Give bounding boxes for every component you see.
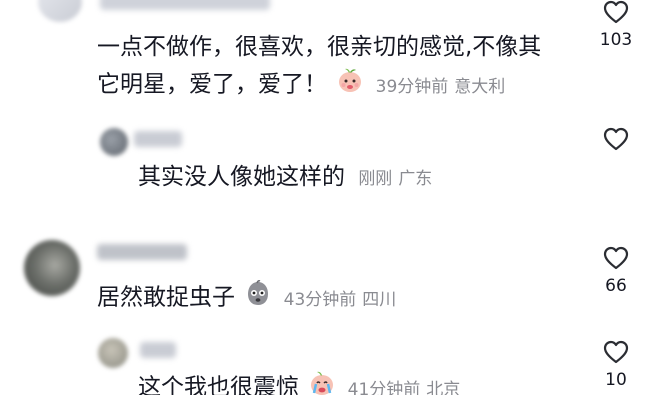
comment-meta: 43分钟前 四川 <box>284 290 397 310</box>
comment-location: 意大利 <box>454 76 506 97</box>
like-button[interactable]: 10 <box>586 340 646 390</box>
username[interactable] <box>97 244 187 260</box>
like-button[interactable] <box>586 127 646 151</box>
comment-text-line: 其实没人像她这样的 <box>138 164 345 190</box>
avatar[interactable] <box>24 240 80 296</box>
crying-peach-face-emoji <box>308 369 336 395</box>
comment-list: 一点不做作，很喜欢，很亲切的感觉,不像其 它明星，爱了，爱了！ 39分钟前 意大利 <box>0 0 660 395</box>
comment-meta: 39分钟前 意大利 <box>376 77 506 97</box>
comment-text: 其实没人像她这样的 刚刚 广东 <box>138 160 432 196</box>
comment-location: 广东 <box>398 169 433 189</box>
avatar[interactable] <box>38 0 82 22</box>
avatar[interactable] <box>100 128 128 156</box>
heart-outline-icon <box>603 246 629 270</box>
comment-meta: 刚刚 广东 <box>358 169 432 189</box>
like-count: 103 <box>599 30 633 50</box>
like-button[interactable]: 66 <box>586 246 646 296</box>
comment-text-line: 它明星，爱了，爱了！ <box>97 71 327 98</box>
comment-time: 39分钟前 <box>375 76 449 97</box>
comment-time: 刚刚 <box>358 169 393 189</box>
heart-outline-icon <box>603 127 629 151</box>
comment-text: 这个我也很震惊 41分钟前 北京 <box>138 369 460 395</box>
peach-face-emoji <box>336 66 364 104</box>
avatar[interactable] <box>98 338 128 368</box>
comment-time: 43分钟前 <box>283 289 357 310</box>
gray-shocked-face-emoji <box>244 279 272 317</box>
like-count: 10 <box>605 370 627 390</box>
comment-text: 一点不做作，很喜欢，很亲切的感觉,不像其 <box>97 34 542 60</box>
comment-location: 四川 <box>362 289 397 310</box>
comment-text-line: 居然敢捉虫子 <box>97 284 235 311</box>
like-count: 66 <box>605 276 627 296</box>
comment-time: 41分钟前 <box>347 379 421 395</box>
comment-meta: 41分钟前 北京 <box>348 380 461 395</box>
username[interactable] <box>100 0 270 10</box>
comment-text-line: 这个我也很震惊 <box>138 374 299 395</box>
heart-outline-icon <box>603 340 629 364</box>
comment-location: 北京 <box>426 379 461 395</box>
comment-text: 它明星，爱了，爱了！ 39分钟前 意大利 <box>97 66 505 104</box>
comment-text: 居然敢捉虫子 43分钟前 四川 <box>97 279 396 317</box>
username[interactable] <box>134 131 182 147</box>
like-button[interactable]: 103 <box>586 0 646 50</box>
heart-outline-icon <box>603 0 629 24</box>
username[interactable] <box>140 342 176 358</box>
